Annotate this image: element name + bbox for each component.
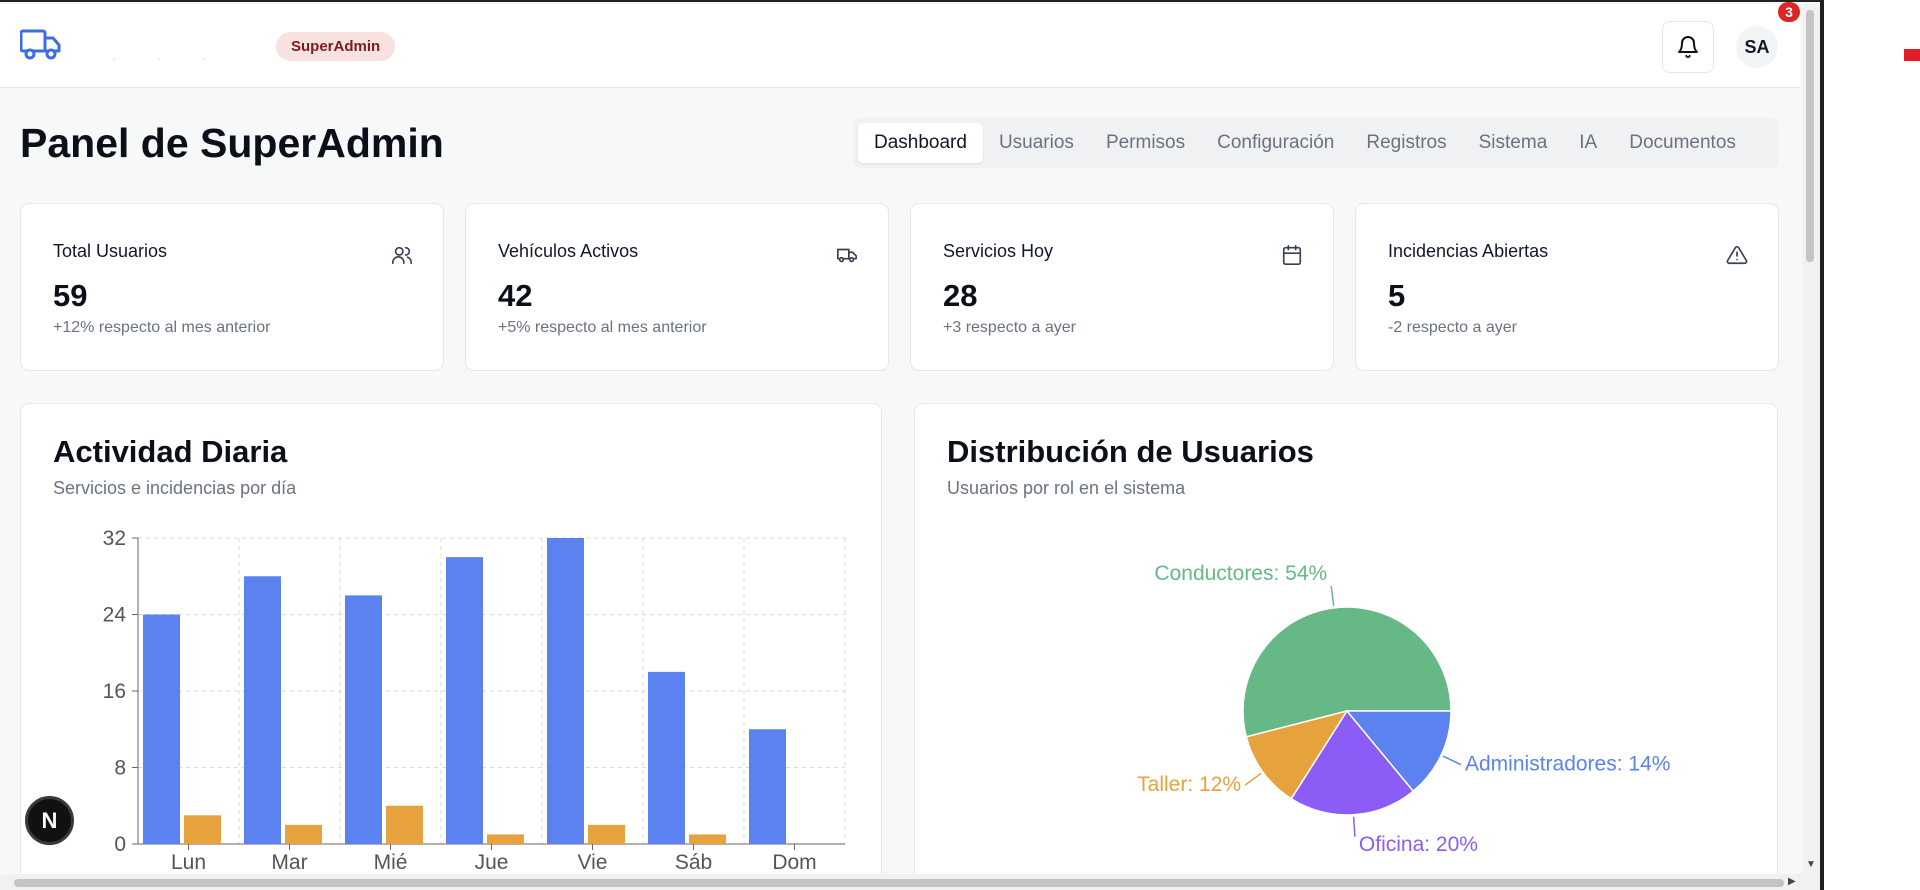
- stat-label: Incidencias Abiertas: [1388, 241, 1549, 261]
- stat-label: Vehículos Activos: [498, 241, 639, 261]
- users-icon: [392, 246, 412, 265]
- bar-incidencias: [285, 824, 322, 844]
- pie-slice-label: Oficina: 20%: [1359, 833, 1478, 856]
- tab-bar: Dashboard Usuarios Permisos Configuració…: [853, 118, 1778, 168]
- vertical-scroll-thumb[interactable]: [1806, 10, 1814, 262]
- stat-card-users: Total Usuarios 59 +12% respecto al mes a…: [20, 203, 444, 371]
- y-tick-label: 32: [103, 527, 126, 550]
- stat-value: 28: [943, 278, 978, 313]
- bar-servicios: [648, 671, 685, 844]
- app-viewport: · · · SuperAdmin SA 3 Panel de SuperAdmi…: [0, 0, 1820, 890]
- stat-value: 42: [498, 278, 533, 313]
- bar-servicios: [143, 614, 180, 844]
- pie-slice-label: Administradores: 14%: [1465, 753, 1670, 776]
- pie-slice-label: Taller: 12%: [1137, 773, 1241, 796]
- calendar-icon: [1282, 245, 1302, 265]
- role-badge: SuperAdmin: [276, 32, 396, 61]
- bar-servicios: [244, 576, 281, 844]
- y-tick-label: 16: [103, 680, 126, 703]
- tab-dashboard[interactable]: Dashboard: [858, 123, 983, 163]
- notifications-button[interactable]: [1662, 21, 1714, 73]
- page-title: Panel de SuperAdmin: [20, 120, 444, 166]
- pie-slice-label: Conductores: 54%: [1154, 562, 1327, 585]
- bar-servicios: [446, 557, 483, 844]
- distribution-pie-chart: Conductores: 54% Taller: 12% Oficina: 20% A…: [1137, 562, 1670, 856]
- tab-configuracion[interactable]: Configuración: [1201, 123, 1350, 163]
- stat-value: 59: [53, 278, 88, 313]
- stat-card-incidents: Incidencias Abiertas 5 -2 respecto a aye…: [1355, 203, 1779, 371]
- bar-incidencias: [386, 805, 423, 844]
- truck-logo-icon[interactable]: [20, 26, 62, 62]
- stat-delta: +5% respecto al mes anterior: [498, 319, 707, 336]
- x-tick-label: Vie: [578, 851, 608, 874]
- pie-leader-line: [1352, 816, 1356, 837]
- y-tick-label: 8: [114, 757, 126, 780]
- pie-leader-line: [1442, 755, 1462, 766]
- top-bar: · · · SuperAdmin SA: [0, 4, 1800, 88]
- alert-triangle-icon: [1726, 245, 1748, 265]
- stat-delta: +3 respecto a ayer: [943, 319, 1076, 336]
- scroll-right-arrow-icon[interactable]: ▶: [1788, 876, 1796, 887]
- bar-servicios: [749, 729, 786, 844]
- scroll-down-arrow-icon[interactable]: ▼: [1806, 859, 1816, 870]
- window-edge: [1820, 0, 1824, 890]
- distribution-panel: Distribución de Usuarios Usuarios por ro…: [914, 403, 1778, 890]
- truck-icon: [837, 248, 857, 263]
- horizontal-scroll-thumb[interactable]: [14, 879, 1784, 887]
- x-tick-label: Mié: [374, 851, 408, 874]
- stat-card-vehicles: Vehículos Activos 42 +5% respecto al mes…: [465, 203, 889, 371]
- bar-incidencias: [689, 834, 726, 844]
- tab-ia[interactable]: IA: [1563, 123, 1613, 163]
- x-tick-label: Mar: [271, 851, 307, 874]
- vertical-scrollbar[interactable]: ▼: [1802, 4, 1820, 874]
- stat-delta: -2 respecto a ayer: [1388, 319, 1517, 336]
- bar-servicios: [547, 538, 584, 844]
- red-marker: [1904, 49, 1920, 61]
- x-tick-label: Jue: [475, 851, 509, 874]
- stat-label: Total Usuarios: [53, 241, 168, 261]
- bar-servicios: [345, 595, 382, 844]
- n-logo-icon: N: [41, 807, 58, 833]
- tab-documentos[interactable]: Documentos: [1613, 123, 1752, 163]
- bar-incidencias: [487, 834, 524, 844]
- tab-sistema[interactable]: Sistema: [1463, 123, 1564, 163]
- outer-desktop-strip: [1820, 0, 1920, 890]
- y-tick-label: 24: [103, 604, 127, 627]
- bar-incidencias: [184, 815, 221, 844]
- bar-incidencias: [588, 824, 625, 844]
- x-tick-label: Dom: [772, 851, 816, 874]
- x-tick-label: Sáb: [675, 851, 712, 874]
- activity-bar-chart: 0 8 16 24 32 Lun Mar Mié Jue Vie Sáb Dom: [103, 527, 846, 874]
- notification-count-badge: 3: [1778, 2, 1800, 22]
- x-tick-label: Lun: [171, 851, 206, 874]
- pie-leader-line: [1244, 772, 1262, 786]
- tab-registros[interactable]: Registros: [1350, 123, 1462, 163]
- pie-leader-line: [1330, 585, 1335, 606]
- faint-dots: · · ·: [112, 50, 224, 66]
- horizontal-scrollbar[interactable]: ▶: [0, 874, 1820, 890]
- stat-delta: +12% respecto al mes anterior: [53, 319, 271, 336]
- nextjs-dev-badge[interactable]: N: [25, 796, 74, 845]
- stat-label: Servicios Hoy: [943, 241, 1054, 261]
- activity-panel: Actividad Diaria Servicios e incidencias…: [20, 403, 882, 890]
- stat-value: 5: [1388, 278, 1406, 313]
- stat-card-services: Servicios Hoy 28 +3 respecto a ayer: [910, 203, 1334, 371]
- tab-permisos[interactable]: Permisos: [1090, 123, 1201, 163]
- avatar[interactable]: SA: [1736, 26, 1778, 68]
- tab-usuarios[interactable]: Usuarios: [983, 123, 1090, 163]
- bell-icon: [1678, 36, 1698, 58]
- y-tick-label: 0: [114, 833, 126, 856]
